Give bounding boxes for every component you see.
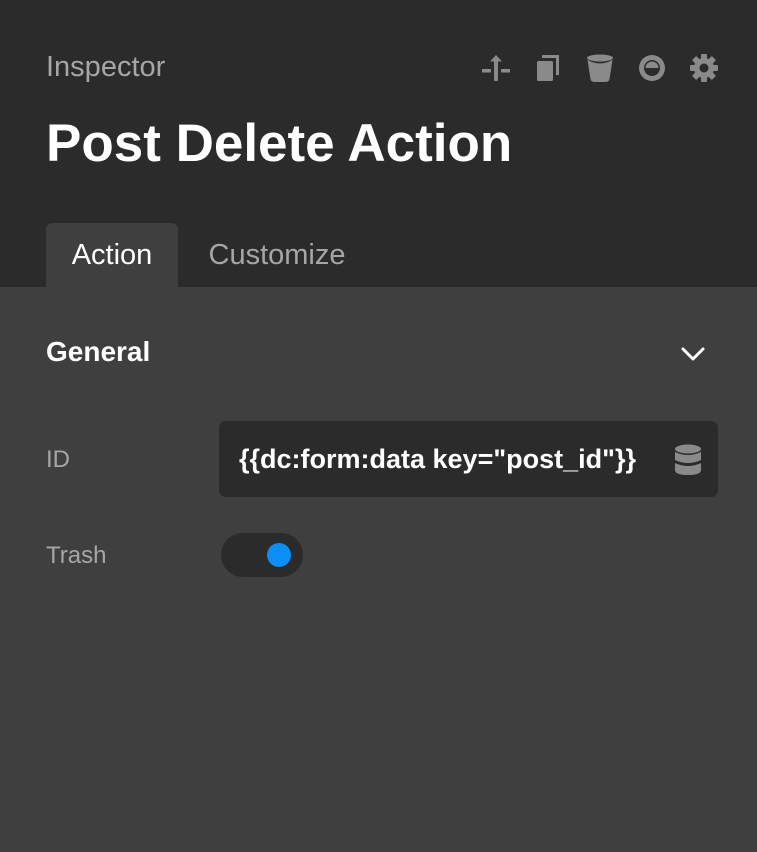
inspector-header: Inspector Post Delete Action Action Cust… <box>0 0 757 287</box>
id-input-value[interactable]: {{dc:form:data key="post_id"}} <box>239 442 636 476</box>
move-up-button[interactable] <box>476 49 516 87</box>
gear-icon <box>690 54 718 82</box>
trash-toggle[interactable] <box>221 533 303 577</box>
trash-field-label: Trash <box>46 542 107 569</box>
settings-button[interactable] <box>684 49 724 87</box>
duplicate-icon <box>537 55 559 81</box>
toggle-knob <box>267 543 291 567</box>
tab-action[interactable]: Action <box>46 223 178 287</box>
delete-button[interactable] <box>580 49 620 87</box>
inspector-label: Inspector <box>46 51 166 83</box>
id-input[interactable]: {{dc:form:data key="post_id"}} <box>219 421 718 497</box>
duplicate-button[interactable] <box>528 49 568 87</box>
general-section-toggle[interactable]: General <box>0 322 757 384</box>
trash-icon <box>587 54 613 82</box>
move-up-icon <box>482 55 510 81</box>
tab-customize[interactable]: Customize <box>186 223 368 287</box>
eye-icon <box>639 55 665 81</box>
visibility-button[interactable] <box>632 49 672 87</box>
chevron-down-icon <box>681 347 705 361</box>
section-title: General <box>46 336 151 367</box>
database-icon[interactable] <box>673 444 703 476</box>
page-title: Post Delete Action <box>46 114 513 173</box>
id-field-label: ID <box>46 446 70 473</box>
